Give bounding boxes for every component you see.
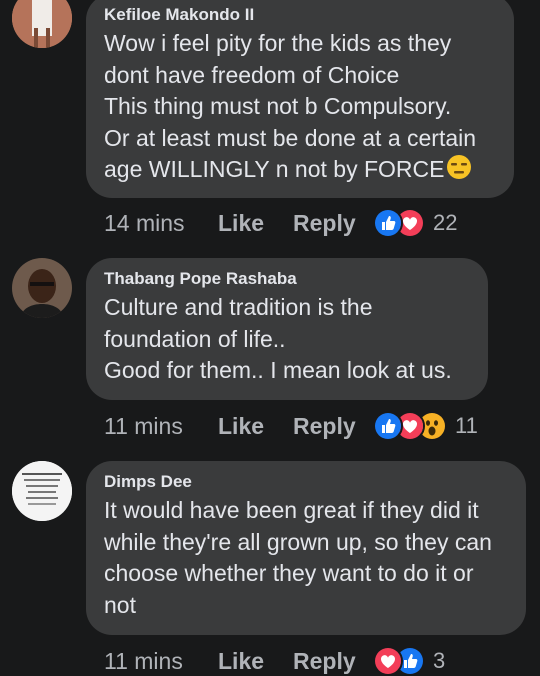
avatar-photo [12,258,72,318]
avatar-photo [12,0,72,48]
avatar[interactable] [12,0,72,48]
comment-timestamp[interactable]: 11 mins [104,648,218,675]
comment-actions: 11 mins Like Reply 3 [104,646,445,676]
comment-line: dont have freedom of Choice [104,61,400,88]
comment-actions: 11 mins Like Reply 11 [104,411,478,441]
comment-line: Good for them.. I mean look at us. [104,357,452,383]
comment-line: while they're all grown up, so they can [104,528,492,555]
comment-bubble[interactable]: Thabang Pope Rashaba Culture and traditi… [86,258,488,400]
comment-line: This thing must not b Compulsory. [104,93,452,119]
reactions-summary[interactable] [373,646,425,676]
reply-button[interactable]: Reply [293,648,373,675]
comment-timestamp[interactable]: 11 mins [104,413,218,440]
comment-line: age WILLINGLY n not by FORCE [104,154,496,189]
reply-button[interactable]: Reply [293,210,373,237]
like-reaction-icon [373,208,403,238]
avatar-photo [12,461,72,521]
love-reaction-icon [373,646,403,676]
comment-actions: 14 mins Like Reply 22 [104,208,457,238]
comment-line: choose whether they want to do it or [104,560,474,586]
comment-author[interactable]: Dimps Dee [104,471,508,493]
comment-text: Culture and tradition is the foundation … [104,292,470,387]
reactions-summary[interactable] [373,411,447,441]
comment-text: Wow i feel pity for the kids as they don… [104,28,496,189]
avatar[interactable] [12,258,72,318]
reaction-count[interactable]: 3 [433,648,445,674]
like-button[interactable]: Like [218,648,293,675]
like-reaction-icon [373,411,403,441]
comment-line: It would have been great if they did it [104,497,479,523]
reactions-summary[interactable] [373,208,425,238]
comment-timestamp[interactable]: 14 mins [104,210,218,237]
comment-line-text: age WILLINGLY n not by FORCE [104,156,445,182]
comment-line: foundation of life.. [104,325,286,352]
reaction-count[interactable]: 11 [455,413,478,439]
like-button[interactable]: Like [218,210,293,237]
comment-line: Wow i feel pity for the kids as they [104,30,452,56]
comment-line: not [104,591,136,618]
reaction-count[interactable]: 22 [433,210,457,236]
expressionless-face-icon [446,154,472,189]
comment-text: It would have been great if they did it … [104,495,508,621]
comment-author[interactable]: Thabang Pope Rashaba [104,268,470,290]
comment-bubble[interactable]: Kefiloe Makondo II Wow i feel pity for t… [86,0,514,198]
comment-bubble[interactable]: Dimps Dee It would have been great if th… [86,461,526,635]
reply-button[interactable]: Reply [293,413,373,440]
comment-line: Culture and tradition is the [104,294,373,320]
comment-line: Or at least must be done at a certain [104,124,477,151]
like-button[interactable]: Like [218,413,293,440]
avatar[interactable] [12,461,72,521]
comment-author[interactable]: Kefiloe Makondo II [104,4,496,26]
